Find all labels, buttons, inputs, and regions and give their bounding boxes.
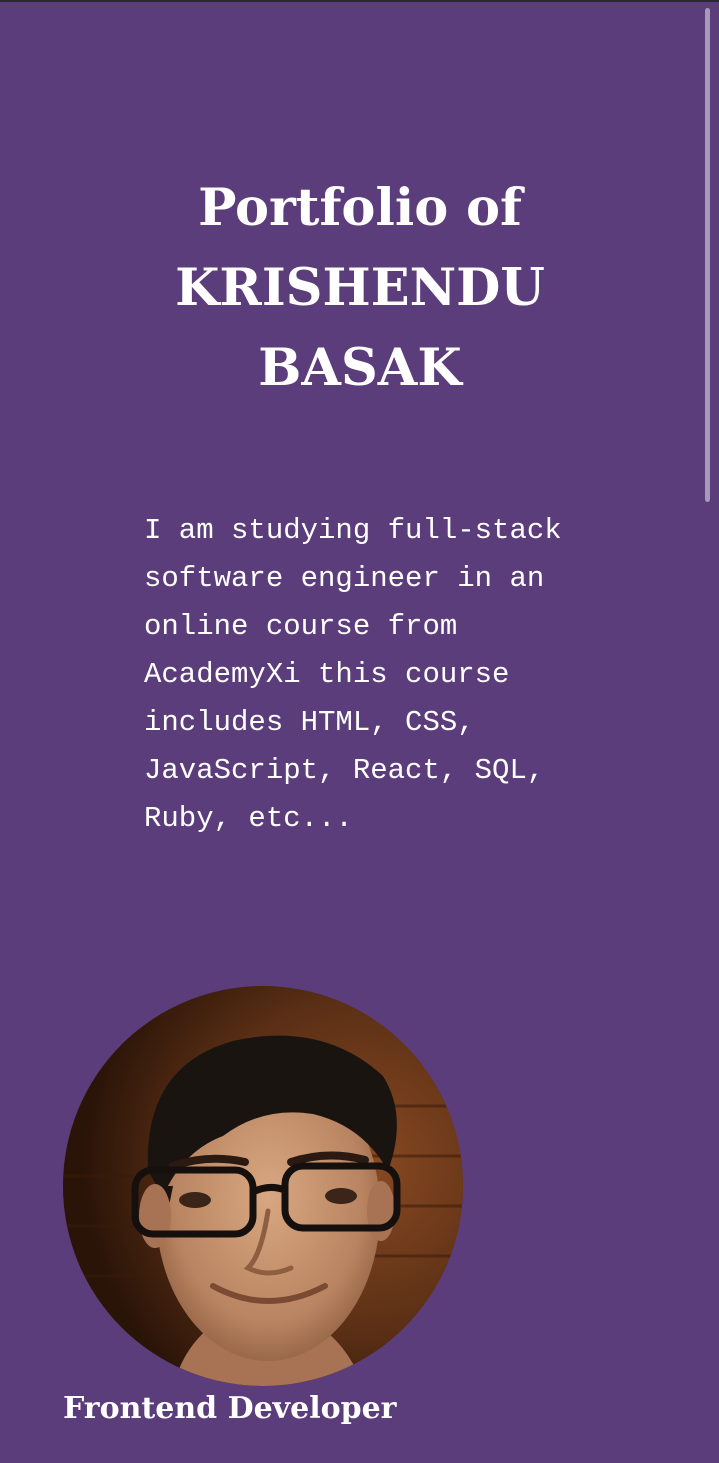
page-title-line-2: KRISHENDU	[175, 258, 545, 318]
page-title-line-3: BASAK	[258, 338, 462, 398]
profile-photo-illustration	[63, 986, 463, 1386]
profile-photo	[63, 986, 463, 1386]
page-title: Portfolio of KRISHENDU BASAK	[110, 168, 610, 408]
role-label: Frontend Developer	[63, 1391, 397, 1426]
intro-paragraph: I am studying full-stack software engine…	[144, 514, 562, 835]
window-top-border	[0, 0, 719, 2]
scrollbar-thumb[interactable]	[705, 8, 710, 502]
page-title-line-1: Portfolio of	[198, 178, 522, 238]
